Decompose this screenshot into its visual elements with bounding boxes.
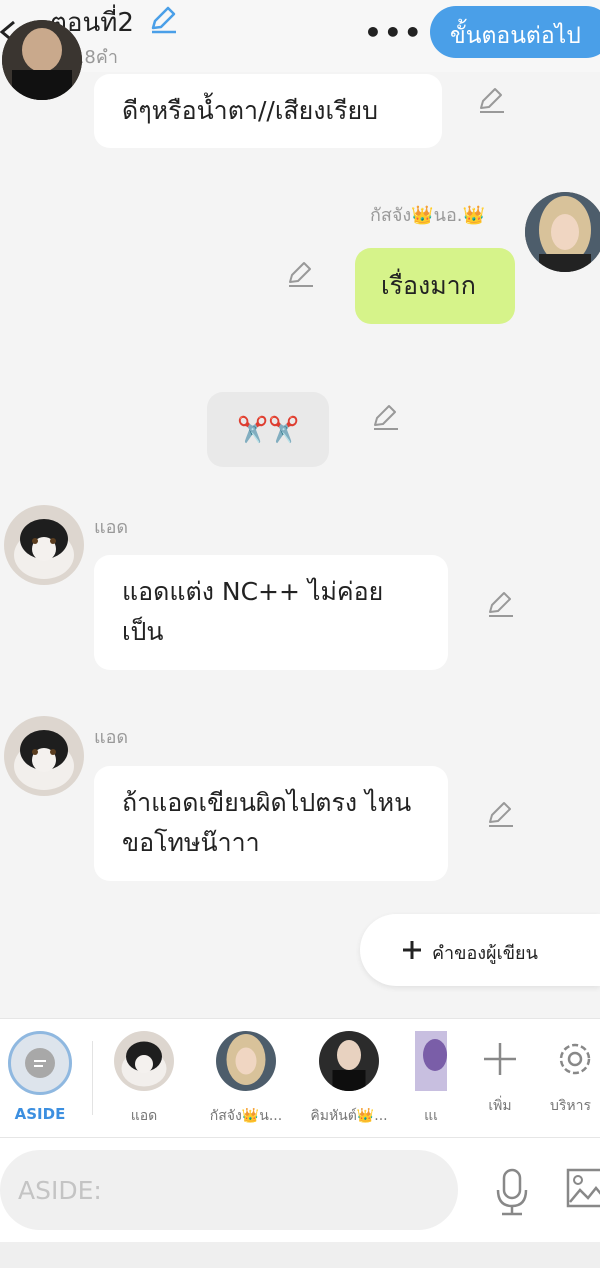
character-item[interactable]: แอด [108, 1031, 180, 1127]
avatar-image [525, 192, 600, 272]
character-name: คิมหันต์👑... [310, 1108, 388, 1124]
character-name: กัสจัง👑น... [209, 1108, 283, 1124]
aside-bubble[interactable]: ✂️✂️ [207, 392, 329, 467]
top-bar: ตอนที่2 3018คำ ••• ขั้นตอนต่อไป [0, 0, 600, 72]
message-text: เรื่องมาก [381, 271, 476, 300]
edit-title-icon[interactable] [148, 4, 178, 34]
aside-circle [8, 1031, 72, 1095]
author-name: แอด [94, 517, 129, 538]
cat-avatar-image [4, 716, 84, 796]
character-avatar [114, 1031, 174, 1091]
edit-icon[interactable] [285, 260, 315, 290]
aside-chat-icon [25, 1048, 55, 1078]
self-message-bubble[interactable]: เรื่องมาก [355, 248, 515, 324]
message-bubble[interactable]: ถ้าแอดเขียนผิดไปตรง ไหนขอโทษน๊าาา [94, 766, 448, 881]
edit-icon[interactable] [370, 403, 400, 433]
avatar[interactable] [4, 716, 84, 796]
edit-icon[interactable] [476, 86, 506, 116]
character-item[interactable]: กัสจัง👑น... [196, 1031, 296, 1127]
manage-label: บริหาร [550, 1098, 592, 1114]
cat-avatar-image [4, 505, 84, 585]
avatar[interactable] [525, 192, 600, 272]
aside-input[interactable] [0, 1150, 458, 1230]
character-item[interactable]: แเ [414, 1031, 448, 1127]
message-text: แอดแต่ง NC++ ไม่ค่อย เป็น [122, 577, 384, 646]
character-item[interactable]: คิมหันต์👑... [300, 1031, 398, 1127]
plus-icon [403, 941, 421, 959]
aside-label: ASIDE [14, 1105, 66, 1123]
add-label: เพิ่ม [488, 1098, 512, 1114]
character-name: แเ [424, 1108, 438, 1124]
character-avatar [216, 1031, 276, 1091]
character-selector-bar: ASIDE แอด กัสจัง👑น... คิมหันต์👑... แเ เพ… [0, 1018, 600, 1138]
avatar-image [2, 20, 82, 100]
add-character-button[interactable]: เพิ่ม [478, 1031, 522, 1117]
message-bubble[interactable]: แอดแต่ง NC++ ไม่ค่อย เป็น [94, 555, 448, 670]
edit-icon[interactable] [485, 800, 515, 830]
plus-icon [484, 1043, 516, 1075]
composer [0, 1138, 600, 1242]
edit-icon[interactable] [485, 590, 515, 620]
avatar[interactable] [4, 505, 84, 585]
author-note-label: คำของผู้เขียน [432, 943, 538, 964]
message-text: ✂️✂️ [237, 415, 300, 444]
avatar[interactable] [2, 20, 82, 100]
image-icon[interactable] [566, 1168, 600, 1208]
aside-selector[interactable]: ASIDE [6, 1031, 74, 1123]
message-text: ถ้าแอดเขียนผิดไปตรง ไหนขอโทษน๊าาา [122, 788, 412, 857]
character-avatar [415, 1031, 447, 1091]
message-bubble[interactable]: ดีๆหรือน้ำตา//เสียงเรียบ [94, 74, 442, 148]
author-name: กัสจัง👑นอ.👑 [370, 205, 485, 226]
gear-icon [559, 1043, 591, 1075]
author-name: แอด [94, 727, 129, 748]
divider [92, 1041, 93, 1115]
character-name: แอด [130, 1108, 158, 1124]
character-avatar [319, 1031, 379, 1091]
microphone-icon[interactable] [492, 1166, 532, 1218]
message-text: ดีๆหรือน้ำตา//เสียงเรียบ [122, 96, 378, 125]
author-note-button[interactable]: คำของผู้เขียน [360, 914, 600, 986]
next-step-button[interactable]: ขั้นตอนต่อไป [430, 6, 600, 58]
bottom-strip [0, 1242, 600, 1268]
more-options-icon[interactable]: ••• [364, 16, 424, 49]
manage-characters-button[interactable]: บริหาร [550, 1031, 600, 1117]
